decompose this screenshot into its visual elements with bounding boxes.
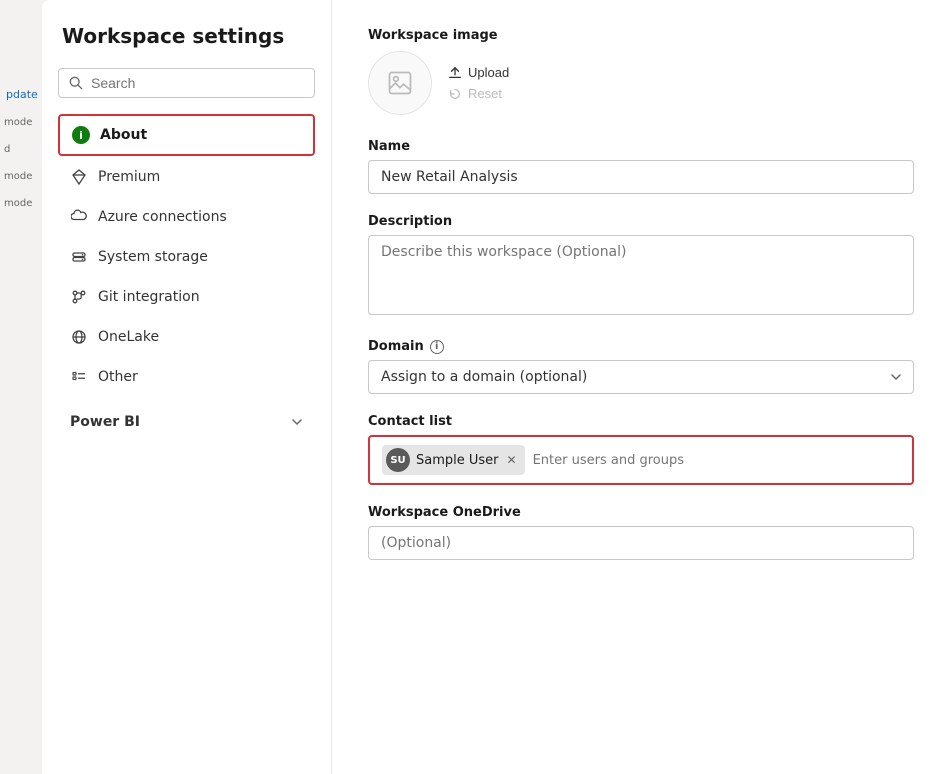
domain-info-icon: i [430, 340, 444, 354]
onedrive-input[interactable] [368, 526, 914, 560]
sidebar-item-storage[interactable]: System storage [58, 238, 315, 276]
git-icon [70, 288, 88, 306]
contact-name: Sample User [416, 453, 499, 468]
contact-list-group: Contact list SU Sample User ✕ [368, 414, 914, 485]
strip-mode2: mode [0, 163, 42, 190]
sidebar-item-premium[interactable]: Premium [58, 158, 315, 196]
upload-label: Upload [468, 65, 509, 80]
reset-label: Reset [468, 86, 502, 101]
storage-icon [70, 248, 88, 266]
chevron-down-icon [291, 416, 303, 428]
onedrive-group: Workspace OneDrive [368, 505, 914, 560]
upload-button[interactable]: Upload [448, 65, 509, 80]
search-input[interactable] [91, 75, 304, 91]
description-group: Description [368, 214, 914, 319]
contact-list-box[interactable]: SU Sample User ✕ [368, 435, 914, 485]
list-icon [70, 368, 88, 386]
sidebar-nav: i About Premium [58, 114, 315, 396]
workspace-image-label: Workspace image [368, 28, 914, 43]
reset-icon [448, 87, 462, 101]
search-icon [69, 76, 83, 90]
onelake-icon [70, 328, 88, 346]
sidebar-item-label-about: About [100, 127, 147, 143]
workspace-image-group: Workspace image [368, 28, 914, 115]
domain-select[interactable]: Assign to a domain (optional) [368, 360, 914, 394]
name-group: Name [368, 139, 914, 194]
upload-icon [448, 66, 462, 80]
contact-list-label: Contact list [368, 414, 914, 429]
left-strips: pdate mode d mode mode [0, 0, 42, 774]
image-icon [386, 69, 414, 97]
diamond-icon [70, 168, 88, 186]
sidebar-item-label-storage: System storage [98, 249, 208, 265]
workspace-image-row: Upload Reset [368, 51, 914, 115]
reset-button[interactable]: Reset [448, 86, 509, 101]
search-box[interactable] [58, 68, 315, 98]
contact-search-input[interactable] [533, 453, 900, 468]
contact-chip: SU Sample User ✕ [382, 445, 525, 475]
description-label: Description [368, 214, 914, 229]
contact-avatar: SU [386, 448, 410, 472]
domain-label: Domain i [368, 339, 914, 354]
sidebar-item-label-azure: Azure connections [98, 209, 227, 225]
description-input[interactable] [368, 235, 914, 315]
workspace-image-placeholder [368, 51, 432, 115]
strip-mode1: mode [0, 109, 42, 136]
name-label: Name [368, 139, 914, 154]
sidebar-section-powerbi[interactable]: Power BI [58, 404, 315, 440]
domain-group: Domain i Assign to a domain (optional) [368, 339, 914, 394]
domain-select-wrapper: Assign to a domain (optional) [368, 360, 914, 394]
strip-d: d [0, 136, 42, 163]
strip-mode3: mode [0, 190, 42, 217]
sidebar-item-git[interactable]: Git integration [58, 278, 315, 316]
image-actions: Upload Reset [448, 65, 509, 101]
cloud-icon [70, 208, 88, 226]
contact-remove-button[interactable]: ✕ [507, 453, 517, 467]
sidebar-item-about[interactable]: i About [58, 114, 315, 156]
sidebar-item-label-onelake: OneLake [98, 329, 159, 345]
sidebar-item-label-other: Other [98, 369, 138, 385]
content-area: Workspace image [332, 0, 950, 774]
main-panel: Workspace settings i About [42, 0, 950, 774]
name-input[interactable] [368, 160, 914, 194]
power-bi-label: Power BI [70, 414, 140, 430]
sidebar-item-onelake[interactable]: OneLake [58, 318, 315, 356]
strip-update: pdate [0, 80, 42, 109]
about-icon: i [72, 126, 90, 144]
sidebar-item-other[interactable]: Other [58, 358, 315, 396]
sidebar-item-label-git: Git integration [98, 289, 200, 305]
sidebar-item-azure[interactable]: Azure connections [58, 198, 315, 236]
sidebar-item-label-premium: Premium [98, 169, 160, 185]
onedrive-label: Workspace OneDrive [368, 505, 914, 520]
page-title: Workspace settings [58, 24, 315, 48]
sidebar: Workspace settings i About [42, 0, 332, 774]
